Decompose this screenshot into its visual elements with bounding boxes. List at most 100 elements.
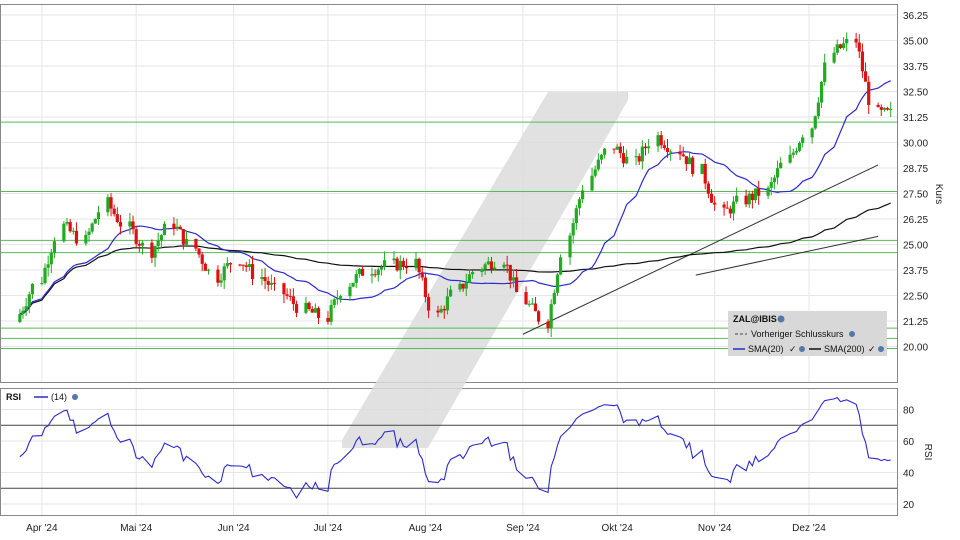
rsi-tick-label: 20: [903, 500, 915, 511]
candle-body: [156, 240, 160, 247]
legend-sma200-check-icon[interactable]: ✓: [868, 344, 876, 354]
legend-sma20-settings-icon[interactable]: [799, 346, 805, 352]
candle-body: [882, 108, 887, 110]
candle-body: [228, 263, 233, 265]
price-tick-label: 31.25: [903, 113, 928, 124]
candle-body: [338, 296, 343, 299]
candle-body: [508, 264, 512, 281]
rsi-tick-label: 60: [903, 437, 915, 448]
candle-body: [184, 238, 189, 245]
candle-body: [637, 156, 641, 162]
candle-body: [549, 304, 553, 329]
price-y-axis: 36.25 35.00 33.75 32.50 31.25 30.00 28.75 27.50…: [903, 11, 928, 354]
x-tick-label: Apr '24: [26, 523, 58, 534]
candle-body: [722, 204, 726, 208]
candle-body: [250, 264, 255, 279]
candle-body: [351, 282, 355, 287]
candle-body: [442, 308, 446, 311]
candle-body: [395, 258, 399, 271]
candle-body: [46, 264, 50, 268]
candle-body: [492, 267, 497, 270]
candle-body: [735, 195, 739, 202]
candle-body: [316, 308, 321, 318]
candle-body: [823, 62, 827, 82]
candle-body: [420, 272, 424, 278]
candle-body: [150, 242, 154, 258]
candle-body: [370, 274, 374, 276]
candle-body: [700, 163, 704, 174]
legend-sma20-label: SMA(20): [748, 344, 784, 354]
candle-body: [332, 299, 336, 306]
candle-body: [134, 229, 138, 244]
candle-body: [533, 303, 538, 312]
candle-body: [552, 292, 556, 305]
candle-body: [203, 263, 207, 271]
candle-body: [537, 311, 541, 322]
candle-body: [93, 219, 97, 224]
candle-body: [162, 223, 167, 236]
x-axis: Apr '24 Mai '24 Jun '24 Jul '24 Aug '24 Sep '…: [26, 523, 826, 534]
candle-body: [313, 308, 317, 313]
candle-body: [137, 243, 141, 246]
candle-body: [744, 195, 748, 205]
candle-body: [225, 263, 229, 267]
candle-body: [445, 296, 450, 311]
candle-body: [593, 169, 597, 176]
candle-body: [181, 229, 185, 245]
legend-sma20-check-icon[interactable]: ✓: [789, 344, 797, 354]
candle-body: [841, 43, 846, 49]
legend-sma200-settings-icon[interactable]: [878, 346, 884, 352]
candle-body: [461, 283, 465, 289]
price-tick-label: 23.75: [903, 266, 928, 277]
candle-body: [52, 241, 57, 253]
legend-previous-close-settings-icon[interactable]: [849, 331, 855, 337]
candle-body: [398, 260, 402, 271]
candle-body: [140, 242, 145, 246]
candle-body: [867, 81, 871, 105]
candle-body: [819, 81, 824, 103]
candle-body: [335, 298, 339, 300]
candle-body: [590, 175, 594, 191]
candle-body: [222, 266, 226, 281]
candle-body: [285, 294, 289, 296]
candle-body: [18, 314, 22, 323]
chart-root: 36.25 35.00 33.75 32.50 31.25 30.00 28.75 27.50…: [0, 4, 944, 534]
candle-body: [568, 235, 572, 258]
candle-body: [725, 207, 729, 209]
rsi-tick-label: 40: [903, 468, 915, 479]
candle-body: [775, 168, 780, 178]
candle-body: [684, 156, 688, 165]
candle-body: [769, 182, 773, 188]
candle-body: [669, 151, 673, 153]
candle-body: [238, 264, 242, 266]
price-tick-label: 32.50: [903, 88, 928, 99]
candle-body: [439, 308, 443, 313]
candle-body: [706, 183, 710, 194]
candle-body: [216, 269, 220, 283]
candle-body: [74, 230, 79, 244]
candle-body: [747, 193, 751, 205]
candle-body: [599, 154, 604, 160]
candle-body: [835, 44, 839, 53]
legend-previous-close-label: Vorheriger Schlusskurs: [751, 329, 844, 339]
candle-body: [458, 283, 462, 290]
legend-settings-icon[interactable]: [777, 315, 785, 323]
candle-body: [779, 162, 783, 169]
candle-body: [794, 150, 798, 153]
price-tick-label: 28.75: [903, 164, 928, 175]
candle-body: [766, 187, 770, 196]
candle-body: [502, 264, 506, 268]
rsi-axis-title: RSI: [922, 444, 933, 461]
candle-body: [530, 303, 534, 305]
candle-body: [656, 135, 660, 147]
x-tick-label: Okt '24: [602, 523, 634, 534]
candle-body: [634, 156, 638, 158]
candle-body: [87, 231, 91, 235]
candle-body: [178, 226, 182, 230]
candle-body: [84, 234, 88, 244]
candle-body: [470, 272, 475, 275]
candle-body: [514, 277, 519, 293]
candle-body: [71, 230, 75, 232]
candle-body: [643, 146, 648, 149]
rsi-legend-settings-icon[interactable]: [72, 394, 78, 400]
